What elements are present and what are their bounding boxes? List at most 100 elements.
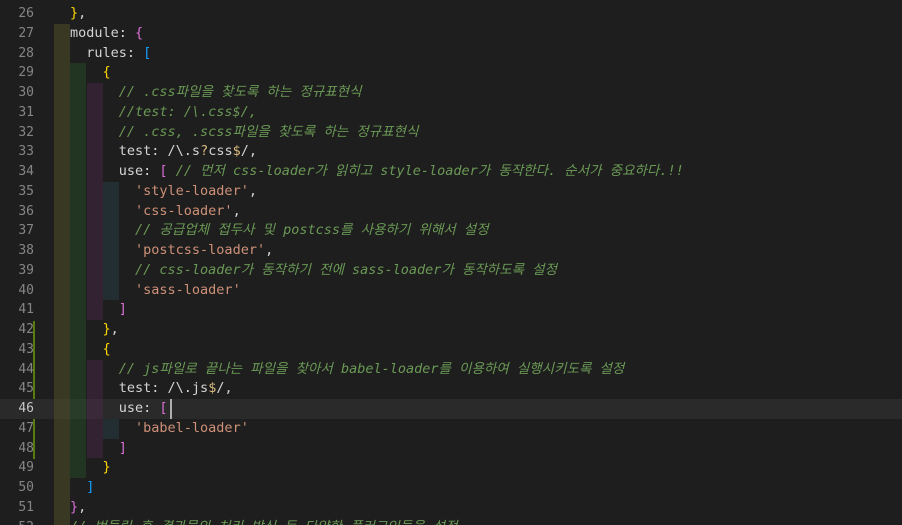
code-line[interactable]: 38 'postcss-loader', xyxy=(0,241,902,261)
indent-guide xyxy=(54,280,70,301)
code-text: use: [ // 먼저 css-loader가 읽히고 style-loade… xyxy=(70,162,684,182)
code-text: 'css-loader', xyxy=(70,202,241,222)
code-line[interactable]: 31 //test: /\.css$/, xyxy=(0,102,902,123)
code-token: : xyxy=(151,143,168,160)
code-line[interactable]: 43 { xyxy=(0,339,902,360)
code-text: }, xyxy=(70,4,86,24)
code-token: // 먼저 css-loader가 읽히고 style-loader가 동작한다… xyxy=(167,163,684,179)
indent-guide xyxy=(54,241,70,261)
code-text: 'babel-loader' xyxy=(70,419,249,439)
code-line[interactable]: 39 // css-loader가 동작하기 전에 sass-loader가 동… xyxy=(0,260,902,281)
code-token: { xyxy=(102,340,111,357)
code-token: , xyxy=(232,202,241,219)
code-token: / xyxy=(240,143,249,160)
code-line[interactable]: 50 ] xyxy=(0,478,902,498)
code-line[interactable]: 47 'babel-loader' xyxy=(0,418,902,439)
code-token: 'postcss-loader' xyxy=(135,242,266,258)
line-number: 35 xyxy=(18,183,34,199)
code-token: 'babel-loader' xyxy=(135,419,249,436)
line-number: 45 xyxy=(18,381,34,397)
code-text: // css-loader가 동작하기 전에 sass-loader가 동작하도… xyxy=(70,261,557,281)
code-line[interactable]: 44 // js파일로 끝나는 파일을 찾아서 babel-loader를 이용… xyxy=(0,359,902,380)
indent-guide xyxy=(54,399,70,419)
indent-guide xyxy=(54,260,70,281)
line-number: 52 xyxy=(0,518,34,525)
code-token: , xyxy=(248,182,257,199)
code-token: } xyxy=(70,498,79,515)
code-line[interactable]: 51}, xyxy=(0,497,902,518)
code-token: use xyxy=(70,400,144,416)
line-number: 49 xyxy=(18,460,34,476)
code-token: , xyxy=(224,380,233,397)
code-line[interactable]: 32 // .css, .scss파일을 찾도록 하는 정규표현식 xyxy=(0,122,902,143)
code-line[interactable]: 29 { xyxy=(0,63,902,83)
line-number: 40 xyxy=(18,282,34,298)
code-token: [ xyxy=(159,400,168,416)
code-text: module: { xyxy=(70,24,143,44)
indent-guide xyxy=(54,122,70,143)
indent-guide xyxy=(54,478,70,498)
code-line[interactable]: 34 use: [ // 먼저 css-loader가 읽히고 style-lo… xyxy=(0,162,902,182)
code-token: //test: /\.css$/, xyxy=(70,103,257,120)
code-line[interactable]: 46 use: [ xyxy=(0,399,902,419)
code-token: module xyxy=(70,24,119,41)
indent-guide xyxy=(54,359,70,380)
code-token: use xyxy=(70,163,144,179)
code-token: ? xyxy=(200,143,209,160)
code-token: rules xyxy=(70,44,127,61)
line-number: 29 xyxy=(18,65,34,81)
code-line[interactable]: 41 ] xyxy=(0,300,902,320)
indent-guide xyxy=(54,497,70,518)
code-line[interactable]: 52 // 번들링 후 결과물의 처리 방식 등 다양한 플러그인들을 설정 xyxy=(0,517,902,525)
code-line[interactable]: 35 'style-loader', xyxy=(0,181,902,202)
line-number: 38 xyxy=(18,243,34,258)
code-token: : xyxy=(151,380,168,397)
code-token: test xyxy=(70,380,152,397)
code-token: , xyxy=(78,5,87,21)
code-token: 'sass-loader' xyxy=(135,281,241,298)
code-line[interactable]: 36 'css-loader', xyxy=(0,201,902,222)
line-number: 41 xyxy=(18,302,34,318)
code-text: { xyxy=(70,340,111,360)
code-text: test: /\.js$/, xyxy=(70,379,233,399)
code-line[interactable]: 27 module: { xyxy=(0,23,902,44)
code-text: test: /\.s?css$/, xyxy=(70,142,257,162)
code-token: } xyxy=(102,321,111,337)
code-line[interactable]: 33 test: /\.s?css$/, xyxy=(0,142,902,162)
code-editor[interactable]: 26}, 27 module: {28 rules: [29 {30 // .css… xyxy=(0,0,902,525)
code-line[interactable]: 40 'sass-loader' xyxy=(0,280,902,301)
line-number: 28 xyxy=(18,45,34,61)
code-token: /\.s xyxy=(167,143,201,160)
line-number: 46 xyxy=(18,401,34,416)
code-line[interactable]: 30 // .css파일을 찾도록 하는 정규표현식 xyxy=(0,83,902,103)
line-number: 33 xyxy=(18,144,34,160)
code-line[interactable]: 42 }, xyxy=(0,320,902,340)
indent-guide xyxy=(54,458,70,478)
code-token: css xyxy=(208,143,233,160)
code-line[interactable]: 37 // 공급업체 접두사 및 postcss를 사용하기 위해서 설정 xyxy=(0,221,902,241)
code-line[interactable]: 28 rules: [ xyxy=(0,43,902,64)
indent-guide xyxy=(54,201,70,222)
code-line[interactable]: 26}, xyxy=(0,4,902,24)
indent-guide xyxy=(54,43,70,64)
code-line[interactable]: 48 ] xyxy=(0,438,902,459)
indent-guide xyxy=(54,418,70,439)
code-line[interactable]: 49 } xyxy=(0,458,902,478)
code-line[interactable]: 45 test: /\.js$/, xyxy=(0,379,902,399)
indent-guide xyxy=(54,63,70,83)
line-number: 44 xyxy=(18,361,34,377)
code-text: use: [ xyxy=(70,399,168,419)
code-token: $ xyxy=(232,143,241,160)
code-text: //test: /\.css$/, xyxy=(70,103,257,123)
indent-guide xyxy=(54,517,70,525)
line-number: 34 xyxy=(18,164,34,179)
code-token: : xyxy=(143,400,160,416)
